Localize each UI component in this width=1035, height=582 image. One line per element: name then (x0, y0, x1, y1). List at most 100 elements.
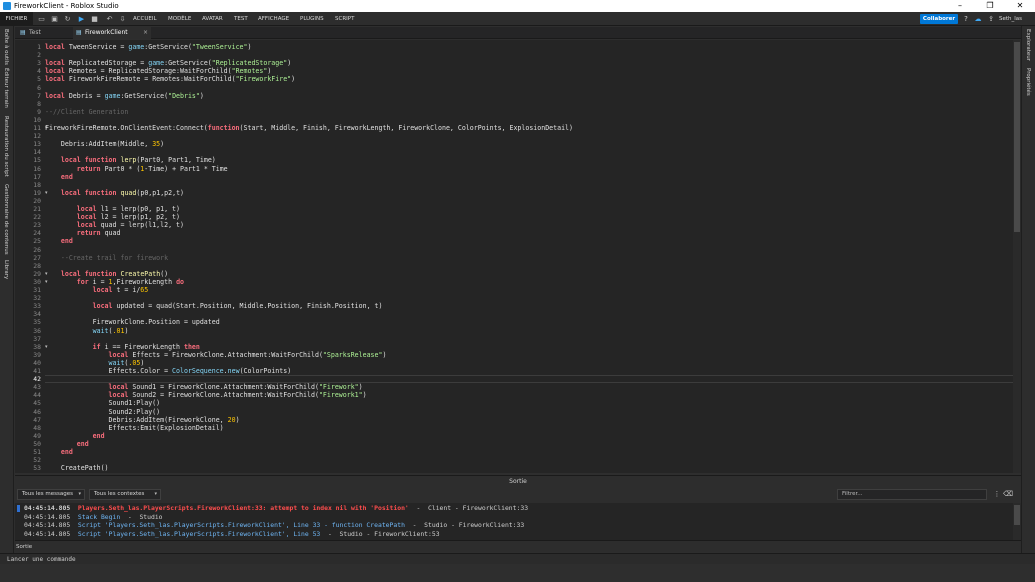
tab-test[interactable]: TEST (234, 12, 248, 26)
library-panel-tab[interactable]: Library (3, 260, 9, 279)
code-line[interactable]: local Sound2 = FireworkClone.Attachment:… (45, 391, 367, 399)
code-line[interactable]: Debris:AddItem(FireworkClone, 20) (45, 416, 240, 424)
command-bar[interactable]: Lancer une commande (0, 553, 1035, 564)
script-recovery-panel-tab[interactable]: Restauration du script (3, 116, 9, 177)
code-line[interactable]: local FireworkFireRemote = Remotes:WaitF… (45, 75, 295, 83)
line-number: 23 (33, 221, 41, 230)
code-line[interactable]: --//Client Generation (45, 108, 128, 116)
tab-script[interactable]: SCRIPT (335, 12, 354, 26)
code-line[interactable]: Effects:Emit(ExplosionDetail) (45, 424, 224, 432)
line-number: 53 (33, 464, 41, 473)
code-line[interactable]: local Effects = FireworkClone.Attachment… (45, 351, 387, 359)
script-editor[interactable]: 1 2 3 4 5 6 7 8 9 10 11 12 13 14 15 16 17 18 19 20 21 22 23 24 2… (15, 40, 1021, 473)
context-filter-dropdown[interactable]: Tous les contextes ▾ (89, 489, 161, 500)
code-line[interactable]: if i == FireworkLength then (45, 343, 200, 351)
output-info-line[interactable]: 04:45:14.805 Script 'Players.Seth_las.Pl… (24, 530, 440, 539)
code-line[interactable]: FireworkClone.Position = updated (45, 318, 220, 326)
code-line[interactable]: Sound2:Play() (45, 408, 161, 416)
log-timestamp: 04:45:14.805 (24, 504, 78, 512)
clear-output-icon[interactable]: ⌫ (1003, 489, 1013, 500)
help-icon[interactable]: ? (961, 14, 971, 24)
code-line[interactable]: local function CreatePath() (45, 270, 168, 278)
code-line[interactable]: Effects.Color = ColorSequence.new(ColorP… (45, 367, 292, 375)
quick-access-dropdown-icon[interactable]: ⇩ (118, 15, 127, 23)
code-line[interactable]: FireworkFireRemote.OnClientEvent:Connect… (45, 124, 573, 132)
log-timestamp: 04:45:14.805 (24, 512, 78, 521)
code-line[interactable]: return Part0 * (1-Time) + Part1 * Time (45, 165, 228, 173)
share-icon[interactable]: ⇪ (986, 14, 996, 24)
code-line[interactable]: local TweenService = game:GetService("Tw… (45, 43, 251, 51)
terrain-editor-panel-tab[interactable]: Éditeur terrain (3, 68, 9, 108)
code-line[interactable]: end (45, 432, 105, 440)
line-number: 8 (37, 99, 41, 108)
code-line[interactable]: Debris:AddItem(Middle, 35) (45, 140, 164, 148)
user-name[interactable]: Seth_las (999, 12, 1022, 26)
code-line[interactable]: end (45, 173, 73, 181)
play-icon[interactable]: ▶ (77, 15, 86, 23)
code-line[interactable]: local Debris = game:GetService("Debris") (45, 92, 204, 100)
code-line[interactable]: local Sound1 = FireworkClone.Attachment:… (45, 383, 363, 391)
output-info-line[interactable]: 04:45:14.805 Script 'Players.Seth_las.Pl… (24, 521, 524, 530)
output-info-line[interactable]: 04:45:14.805 Stack Begin - Studio (24, 513, 163, 522)
tab-fireworkclient-script[interactable]: ▤ FireworkClient × (73, 27, 151, 39)
code-line[interactable]: local function quad(p0,p1,p2,t) (45, 189, 184, 197)
tab-avatar[interactable]: AVATAR (202, 12, 223, 26)
code-line[interactable]: for i = 1,FireworkLength do (45, 278, 184, 286)
tab-test-script[interactable]: ▤ Test (17, 27, 57, 39)
editor-scrollbar-thumb[interactable] (1014, 42, 1020, 232)
code-line[interactable]: local function lerp(Part0, Part1, Time) (45, 156, 216, 164)
editor-scrollbar[interactable] (1013, 40, 1021, 473)
code-line[interactable]: end (45, 440, 89, 448)
output-filter-input[interactable]: Filtrer... (837, 489, 987, 500)
tab-modele[interactable]: MODÈLE (168, 12, 191, 26)
code-line[interactable]: CreatePath() (45, 464, 109, 472)
code-line[interactable]: local updated = quad(Start.Position, Mid… (45, 302, 383, 310)
save-icon[interactable]: ▣ (50, 15, 59, 23)
output-scrollbar-thumb[interactable] (1014, 505, 1020, 525)
code-line[interactable]: local t = i/65 (45, 286, 149, 294)
toolbox-panel-tab[interactable]: Boîte à outils (3, 29, 9, 65)
code-line[interactable]: local l1 = lerp(p0, p1, t) (45, 205, 180, 213)
minimize-button[interactable]: – (945, 0, 975, 12)
asset-manager-panel-tab[interactable]: Gestionnaire de contenus (3, 184, 9, 255)
file-menu-button[interactable]: FICHIER (0, 12, 33, 26)
undo-icon[interactable]: ↶ (105, 15, 114, 23)
output-log[interactable]: 04:45:14.805 Players.Seth_las.PlayerScri… (15, 503, 1021, 540)
context-filter-value: Tous les contextes (94, 491, 145, 497)
code-line[interactable]: local l2 = lerp(p1, p2, t) (45, 213, 180, 221)
code-line[interactable]: end (45, 448, 73, 456)
line-number: 37 (33, 334, 41, 343)
new-file-icon[interactable]: ▭ (37, 15, 46, 23)
code-line[interactable]: return quad (45, 229, 121, 237)
line-number: 43 (33, 383, 41, 392)
cloud-icon[interactable]: ☁ (973, 14, 983, 24)
line-number: 2 (37, 51, 41, 60)
maximize-button[interactable]: ❐ (975, 0, 1005, 12)
message-filter-dropdown[interactable]: Tous les messages ▾ (17, 489, 85, 500)
output-footer-tab[interactable]: Sortie (16, 541, 32, 553)
output-scrollbar[interactable] (1013, 503, 1021, 540)
code-line[interactable]: local ReplicatedStorage = game:GetServic… (45, 59, 291, 67)
filter-options-icon[interactable]: ⋮ (992, 489, 1002, 500)
code-line[interactable]: wait(.01) (45, 327, 129, 335)
close-tab-icon[interactable]: × (143, 27, 148, 39)
chevron-down-icon: ▾ (154, 491, 157, 497)
code-line[interactable]: Sound1:Play() (45, 399, 161, 407)
code-line[interactable]: local Remotes = ReplicatedStorage:WaitFo… (45, 67, 271, 75)
redo-icon[interactable]: ↻ (63, 15, 72, 23)
code-line[interactable]: --Create trail for firework (45, 254, 168, 262)
line-number: 19 (33, 188, 41, 197)
tab-affichage[interactable]: AFFICHAGE (258, 12, 289, 26)
close-button[interactable]: ✕ (1005, 0, 1035, 12)
collaborate-button[interactable]: Collaborer (920, 14, 958, 24)
stop-icon[interactable]: ■ (90, 15, 99, 23)
output-error-line[interactable]: 04:45:14.805 Players.Seth_las.PlayerScri… (24, 504, 528, 513)
code-line[interactable]: local quad = lerp(l1,l2, t) (45, 221, 184, 229)
line-number: 5 (37, 75, 41, 84)
properties-panel-tab[interactable]: Propriétés (1025, 68, 1031, 96)
explorer-panel-tab[interactable]: Explorateur (1025, 29, 1031, 61)
code-line[interactable]: wait(.05) (45, 359, 145, 367)
code-line[interactable]: end (45, 237, 73, 245)
tab-plugins[interactable]: PLUGINS (300, 12, 324, 26)
tab-accueil[interactable]: ACCUEIL (133, 12, 157, 26)
